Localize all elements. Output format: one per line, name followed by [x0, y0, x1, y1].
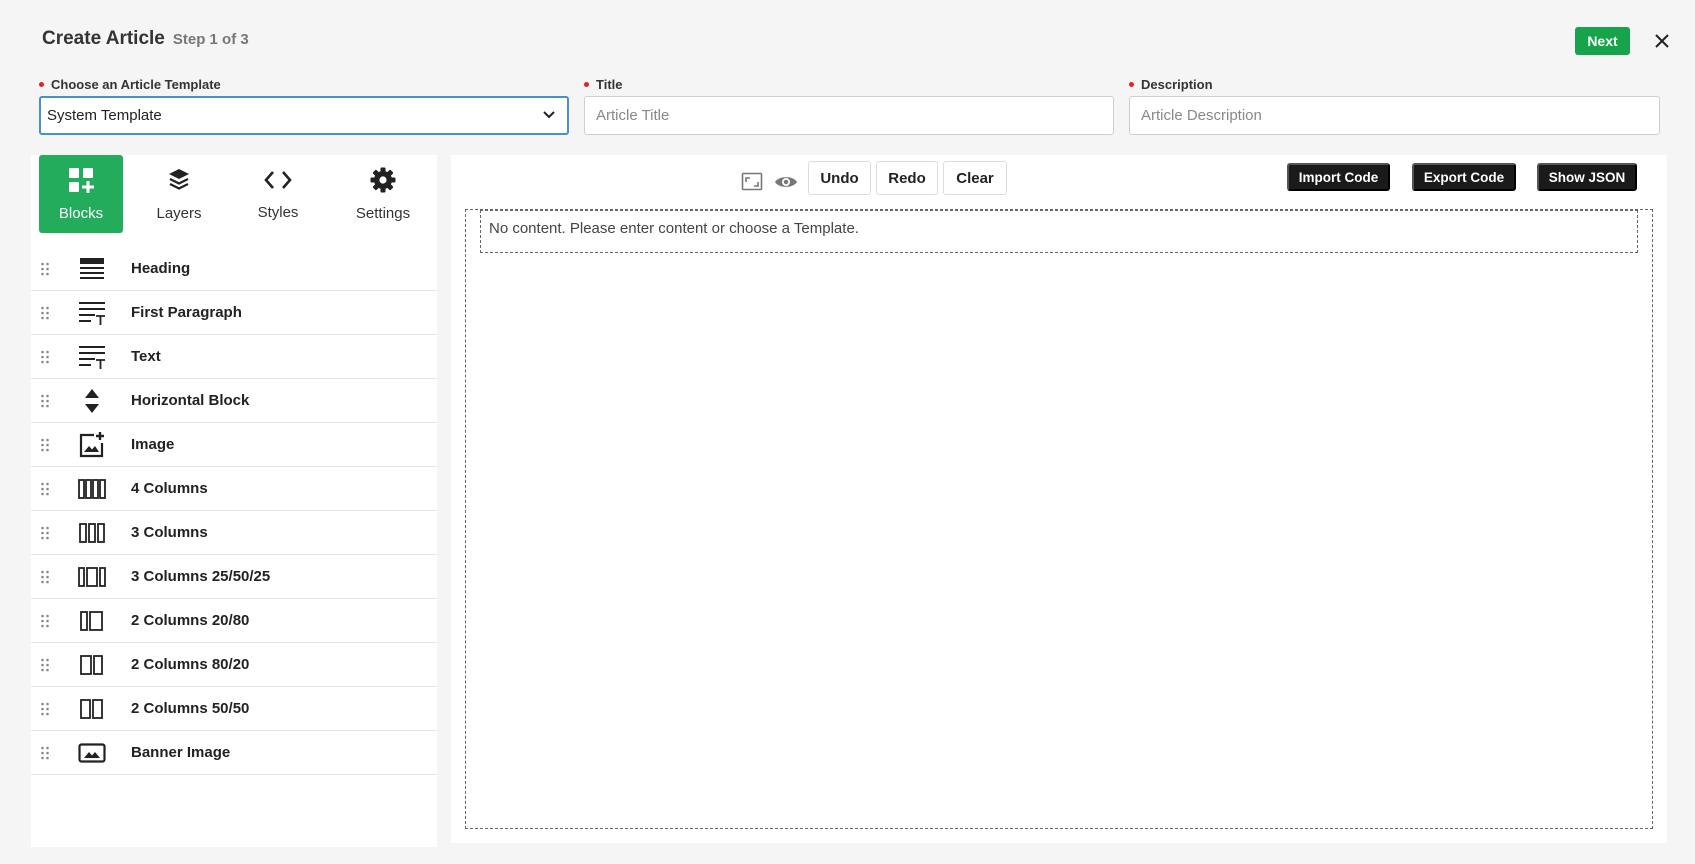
title-label-text: Title	[596, 77, 623, 92]
block-item-heading[interactable]: Heading	[31, 247, 437, 291]
description-label-text: Description	[1141, 77, 1213, 92]
block-item-horizontal-block[interactable]: Horizontal Block	[31, 379, 437, 423]
required-indicator	[584, 82, 589, 87]
panel-tabs: Blocks Layers Styles Settings	[31, 155, 437, 235]
description-label: Description	[1129, 77, 1213, 92]
step-indicator: Step 1 of 3	[172, 31, 249, 48]
block-label: 3 Columns 25/50/25	[131, 568, 271, 585]
block-label: Horizontal Block	[131, 392, 250, 409]
template-select-value: System Template	[47, 107, 162, 124]
required-indicator	[1129, 82, 1134, 87]
template-label: Choose an Article Template	[39, 77, 221, 92]
drag-handle-icon[interactable]	[40, 702, 50, 716]
drag-handle-icon[interactable]	[40, 394, 50, 408]
drag-handle-icon[interactable]	[40, 746, 50, 760]
block-item-3-columns[interactable]: 3 Columns	[31, 511, 437, 555]
import-code-button[interactable]: Import Code	[1287, 163, 1390, 191]
tab-layers[interactable]: Layers	[137, 155, 221, 233]
tab-settings[interactable]: Settings	[338, 155, 428, 233]
tab-blocks-label: Blocks	[58, 204, 104, 222]
title-label: Title	[584, 77, 623, 92]
block-item-first-paragraph[interactable]: First Paragraph	[31, 291, 437, 335]
block-item-4-columns[interactable]: 4 Columns	[31, 467, 437, 511]
layers-icon	[167, 167, 191, 197]
block-label: 2 Columns 80/20	[131, 656, 250, 673]
preview-eye-icon[interactable]	[773, 169, 799, 195]
block-label: Heading	[131, 260, 191, 277]
tab-settings-label: Settings	[355, 204, 411, 222]
block-label: First Paragraph	[131, 304, 242, 321]
three-columns-25-50-25-icon	[77, 562, 107, 592]
block-item-2-columns-50-50[interactable]: 2 Columns 50/50	[31, 687, 437, 731]
four-columns-icon	[77, 474, 107, 504]
gear-icon	[370, 167, 396, 197]
fullscreen-icon[interactable]	[739, 169, 765, 195]
tab-styles[interactable]: Styles	[236, 155, 320, 233]
block-label: 3 Columns	[131, 524, 208, 541]
title-input[interactable]: Article Title	[584, 96, 1114, 135]
close-icon[interactable]	[1651, 30, 1673, 52]
tab-styles-label: Styles	[257, 203, 299, 221]
drag-handle-icon[interactable]	[40, 438, 50, 452]
export-code-button[interactable]: Export Code	[1412, 163, 1516, 191]
drag-handle-icon[interactable]	[40, 482, 50, 496]
content-drop-area[interactable]: No content. Please enter content or choo…	[465, 209, 1653, 829]
drag-handle-icon[interactable]	[40, 570, 50, 584]
undo-button[interactable]: Undo	[808, 161, 871, 195]
template-label-text: Choose an Article Template	[51, 77, 221, 92]
blocks-panel: Blocks Layers Styles Settings Heading Fi…	[31, 155, 437, 847]
clear-button[interactable]: Clear	[943, 161, 1007, 195]
template-select[interactable]: System Template	[39, 96, 569, 135]
chevron-down-icon	[542, 107, 556, 124]
block-label: 4 Columns	[131, 480, 208, 497]
drag-handle-icon[interactable]	[40, 350, 50, 364]
redo-button[interactable]: Redo	[876, 161, 938, 195]
drag-handle-icon[interactable]	[40, 526, 50, 540]
heading-icon	[77, 254, 107, 284]
drag-handle-icon[interactable]	[40, 658, 50, 672]
blocks-icon	[68, 167, 94, 197]
block-label: Banner Image	[131, 744, 231, 761]
banner-image-icon	[77, 738, 107, 768]
three-columns-icon	[77, 518, 107, 548]
block-item-2-columns-20-80[interactable]: 2 Columns 20/80	[31, 599, 437, 643]
drag-handle-icon[interactable]	[40, 306, 50, 320]
block-item-image[interactable]: Image	[31, 423, 437, 467]
two-columns-80-20-icon	[77, 650, 107, 680]
block-item-banner-image[interactable]: Banner Image	[31, 731, 437, 775]
tab-blocks[interactable]: Blocks	[39, 155, 123, 233]
horizontal-block-icon	[77, 386, 107, 416]
drag-handle-icon[interactable]	[40, 262, 50, 276]
block-label: Text	[131, 348, 161, 365]
text-icon	[77, 342, 107, 372]
show-json-button[interactable]: Show JSON	[1537, 163, 1637, 191]
block-label: 2 Columns 50/50	[131, 700, 250, 717]
block-label: 2 Columns 20/80	[131, 612, 250, 629]
block-item-2-columns-80-20[interactable]: 2 Columns 80/20	[31, 643, 437, 687]
dialog-header: Create Article Step 1 of 3	[42, 28, 249, 50]
block-item-text[interactable]: Text	[31, 335, 437, 379]
code-icon	[264, 168, 292, 196]
two-columns-20-80-icon	[77, 606, 107, 636]
block-item-3-columns-25-50-25[interactable]: 3 Columns 25/50/25	[31, 555, 437, 599]
description-input[interactable]: Article Description	[1129, 96, 1660, 135]
required-indicator	[39, 82, 44, 87]
tab-layers-label: Layers	[156, 204, 202, 222]
image-icon	[77, 430, 107, 460]
two-columns-50-50-icon	[77, 694, 107, 724]
next-button[interactable]: Next	[1575, 27, 1630, 55]
block-label: Image	[131, 436, 175, 453]
dialog-title: Create Article	[42, 28, 165, 49]
empty-content-message: No content. Please enter content or choo…	[480, 210, 1638, 253]
drag-handle-icon[interactable]	[40, 614, 50, 628]
paragraph-icon	[77, 298, 107, 328]
editor-canvas-panel: Undo Redo Clear Import Code Export Code …	[451, 155, 1667, 843]
